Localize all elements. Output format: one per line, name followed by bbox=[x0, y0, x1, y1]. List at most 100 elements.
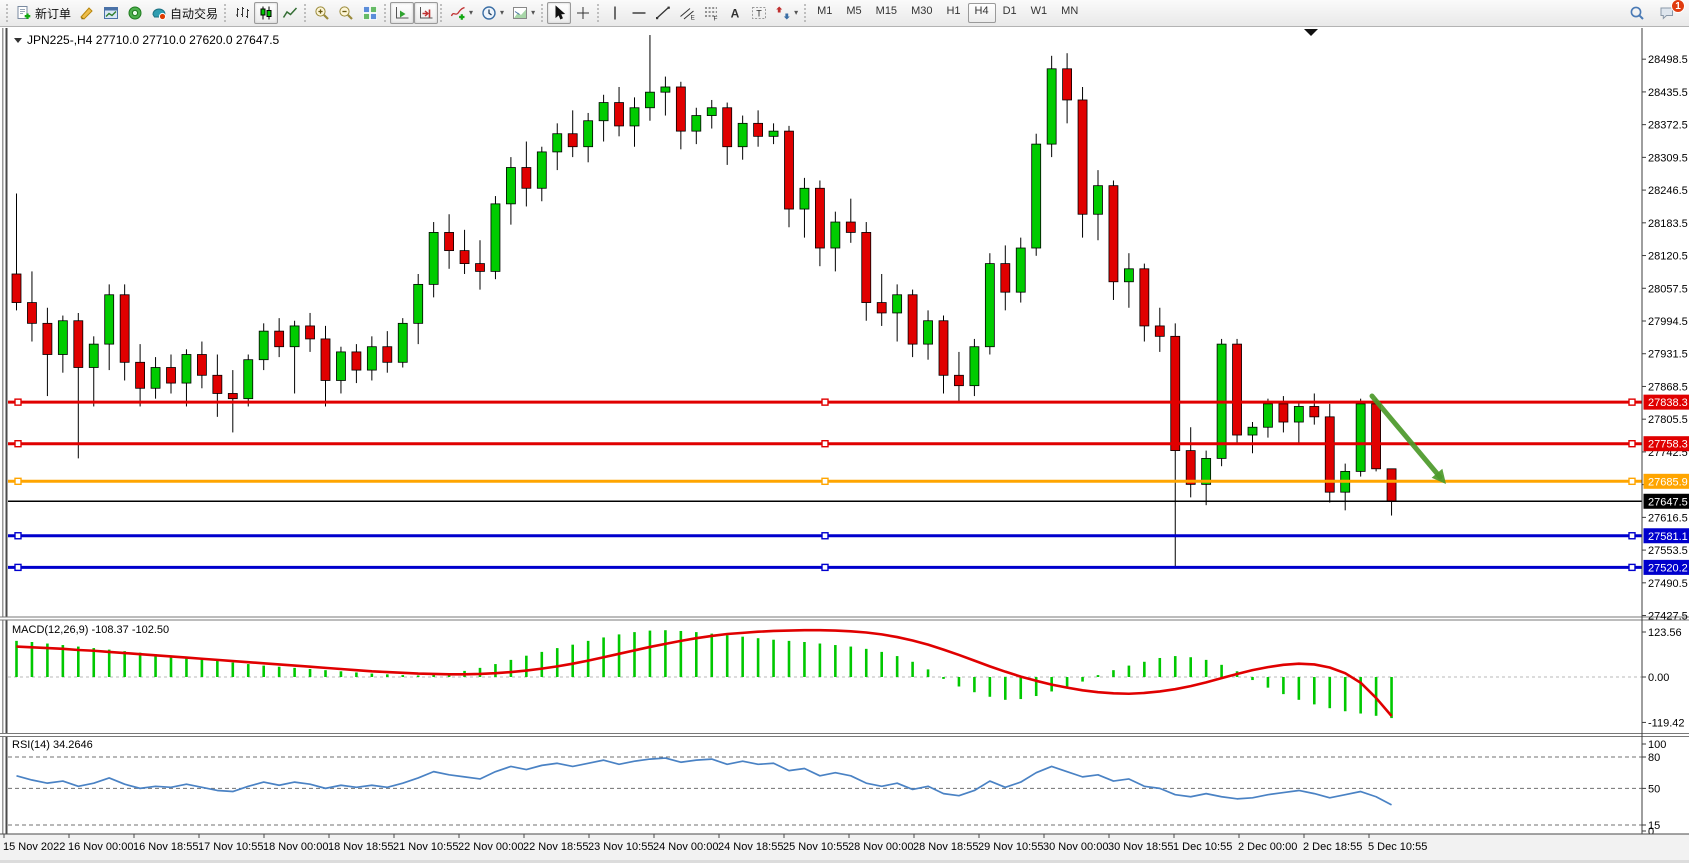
horizontal-line-button[interactable] bbox=[627, 2, 651, 24]
macd-axis-label: 0.00 bbox=[1648, 672, 1669, 684]
price-axis-label: 27427.5 bbox=[1648, 611, 1688, 623]
vertical-line-button[interactable] bbox=[603, 2, 627, 24]
toolbar-grip bbox=[383, 4, 387, 22]
svg-text:27758.3: 27758.3 bbox=[1648, 439, 1688, 451]
time-axis-label: 23 Nov 10:55 bbox=[588, 841, 653, 853]
price-axis-label: 28498.5 bbox=[1648, 54, 1688, 66]
chat-button[interactable]: 1 bbox=[1655, 2, 1679, 24]
toolbar-group bbox=[230, 0, 302, 26]
chart-profile-button[interactable] bbox=[99, 2, 123, 24]
editor-icon bbox=[79, 5, 95, 21]
toolbar-grip bbox=[439, 4, 443, 22]
price-axis-label: 28120.5 bbox=[1648, 251, 1688, 263]
autotrading-icon bbox=[151, 5, 167, 21]
zoom-out-button[interactable] bbox=[334, 2, 358, 24]
zoom-in-icon bbox=[314, 5, 330, 21]
timeframe-m5-button[interactable]: M5 bbox=[839, 3, 868, 23]
text-label-button[interactable]: T bbox=[747, 2, 771, 24]
indicators-button[interactable]: ▾ bbox=[446, 2, 477, 24]
bar-chart-button[interactable] bbox=[230, 2, 254, 24]
timeframe-m1-button[interactable]: M1 bbox=[810, 3, 839, 23]
price-tag-27647.5: 27647.5 bbox=[1644, 494, 1689, 509]
toolbar-grip bbox=[223, 4, 227, 22]
toolbar-grip bbox=[5, 4, 9, 22]
line-chart-button[interactable] bbox=[278, 2, 302, 24]
symbol-ohlc-title: JPN225-,H4 27710.0 27710.0 27620.0 27647… bbox=[27, 33, 280, 47]
new-order-button-label: 新订单 bbox=[35, 5, 71, 22]
metaeditor-button[interactable] bbox=[75, 2, 99, 24]
toolbar-grip bbox=[803, 4, 807, 22]
bars-icon bbox=[234, 5, 250, 21]
periods-button[interactable]: ▾ bbox=[477, 2, 508, 24]
chevron-down-icon: ▾ bbox=[500, 9, 504, 17]
charts-icon bbox=[103, 5, 119, 21]
time-axis-label: 21 Nov 10:55 bbox=[393, 841, 458, 853]
toolbar-group: ▾ ▾ ▾ bbox=[446, 0, 539, 26]
timeframe-w1-button[interactable]: W1 bbox=[1024, 3, 1055, 23]
toolbar-grip bbox=[303, 4, 307, 22]
channel-button[interactable]: E bbox=[675, 2, 699, 24]
clock-icon bbox=[481, 5, 497, 21]
toolbar-grip bbox=[596, 4, 600, 22]
svg-text:27838.3: 27838.3 bbox=[1648, 397, 1688, 409]
search-icon bbox=[1629, 5, 1645, 21]
macd-axis-label: -119.42 bbox=[1648, 717, 1685, 729]
timeframe-d1-button[interactable]: D1 bbox=[996, 3, 1024, 23]
price-axis-label: 27553.5 bbox=[1648, 545, 1688, 557]
text-button[interactable]: A bbox=[723, 2, 747, 24]
rsi-label: RSI(14) 34.2646 bbox=[12, 739, 93, 751]
time-axis-label: 25 Nov 10:55 bbox=[783, 841, 848, 853]
autotrading-button[interactable]: 自动交易 bbox=[147, 2, 222, 24]
timeframe-mn-button[interactable]: MN bbox=[1054, 3, 1085, 23]
time-axis-label: 16 Nov 18:55 bbox=[133, 841, 198, 853]
panel-divider[interactable] bbox=[0, 734, 1689, 737]
time-axis-label: 30 Nov 00:00 bbox=[1043, 841, 1108, 853]
fibonacci-button[interactable]: F bbox=[699, 2, 723, 24]
rsi-axis-label: 100 bbox=[1648, 739, 1666, 751]
time-axis-label: 18 Nov 18:55 bbox=[328, 841, 393, 853]
time-axis-label: 2 Dec 18:55 bbox=[1303, 841, 1362, 853]
timeframe-m30-button[interactable]: M30 bbox=[904, 3, 939, 23]
time-axis-label: 2 Dec 00:00 bbox=[1238, 841, 1297, 853]
templates-button[interactable]: ▾ bbox=[508, 2, 539, 24]
svg-text:F: F bbox=[714, 16, 718, 22]
timeframe-m15-button[interactable]: M15 bbox=[869, 3, 904, 23]
time-axis-label: 5 Dec 10:55 bbox=[1368, 841, 1427, 853]
timeframe-h4-button[interactable]: H4 bbox=[968, 3, 996, 23]
tile-windows-button[interactable] bbox=[358, 2, 382, 24]
autotrading-button-label: 自动交易 bbox=[170, 5, 218, 22]
panel-divider[interactable] bbox=[0, 617, 1689, 620]
time-axis-label: 16 Nov 00:00 bbox=[68, 841, 133, 853]
chevron-down-icon: ▾ bbox=[794, 9, 798, 17]
price-axis-label: 27490.5 bbox=[1648, 578, 1688, 590]
time-axis-label: 28 Nov 18:55 bbox=[913, 841, 978, 853]
auto-scroll-button[interactable] bbox=[390, 2, 414, 24]
price-tag-27758.3: 27758.3 bbox=[1644, 436, 1689, 451]
svg-text:27520.2: 27520.2 bbox=[1648, 562, 1688, 574]
search-button[interactable] bbox=[1625, 2, 1649, 24]
toolbar-right: 1 bbox=[1625, 2, 1685, 24]
price-axis-label: 28183.5 bbox=[1648, 218, 1688, 230]
tile-icon bbox=[362, 5, 378, 21]
arrows-button[interactable]: ▾ bbox=[771, 2, 802, 24]
candlestick-chart-button[interactable] bbox=[254, 2, 278, 24]
vline-icon bbox=[607, 5, 623, 21]
indicators-icon bbox=[450, 5, 466, 21]
chart-shift-button[interactable] bbox=[414, 2, 438, 24]
zoom-in-button[interactable] bbox=[310, 2, 334, 24]
toolbar-group bbox=[547, 0, 595, 26]
price-axis-label: 28309.5 bbox=[1648, 152, 1688, 164]
time-axis-label: 18 Nov 00:00 bbox=[263, 841, 328, 853]
macd-axis-label: 123.56 bbox=[1648, 627, 1682, 639]
svg-text:27647.5: 27647.5 bbox=[1648, 496, 1688, 508]
crosshair-button[interactable] bbox=[571, 2, 595, 24]
trendline-button[interactable] bbox=[651, 2, 675, 24]
navigator-button[interactable] bbox=[123, 2, 147, 24]
timeframe-h1-button[interactable]: H1 bbox=[939, 3, 967, 23]
new-order-button[interactable]: 新订单 bbox=[12, 2, 75, 24]
zoom-out-icon bbox=[338, 5, 354, 21]
macd-label: MACD(12,26,9) -108.37 -102.50 bbox=[12, 624, 169, 636]
time-axis[interactable]: 15 Nov 202216 Nov 00:0016 Nov 18:5517 No… bbox=[0, 834, 1689, 863]
timeframe-group: M1M5M15M30H1H4D1W1MN bbox=[810, 0, 1085, 26]
cursor-button[interactable] bbox=[547, 2, 571, 24]
